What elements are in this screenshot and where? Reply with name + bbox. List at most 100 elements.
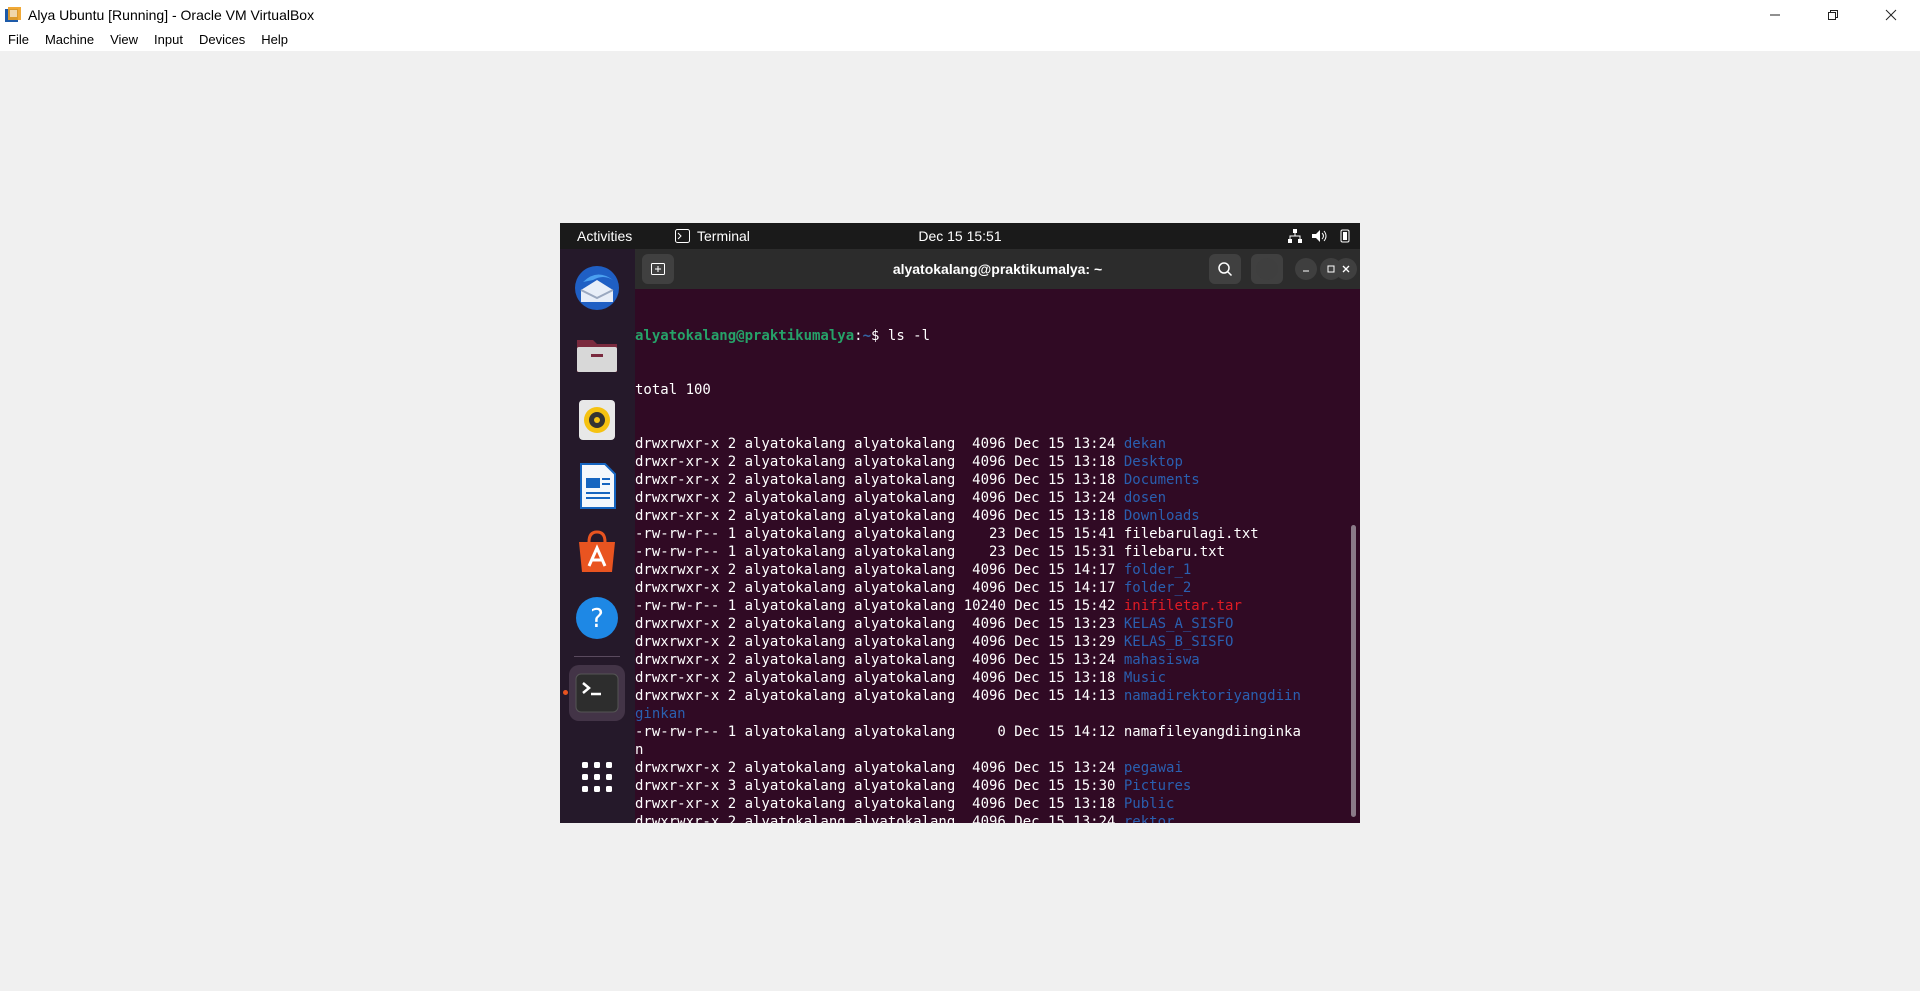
entry-name: Downloads — [1123, 508, 1200, 524]
menu-machine[interactable]: Machine — [37, 29, 102, 51]
entry-meta: drwxr-xr-x 2 alyatokalang alyatokalang 4… — [635, 454, 1124, 470]
svg-text:?: ? — [590, 604, 604, 634]
new-tab-button[interactable] — [642, 254, 674, 284]
entry-name: Documents — [1123, 472, 1200, 488]
entry-name: Pictures — [1123, 778, 1192, 794]
thunderbird-icon — [575, 266, 619, 310]
entry-meta: -rw-rw-r-- 1 alyatokalang alyatokalang 1… — [635, 598, 1124, 614]
power-icon — [1340, 229, 1350, 243]
entry-meta: drwxr-xr-x 2 alyatokalang alyatokalang 4… — [635, 472, 1124, 488]
activities-button[interactable]: Activities — [577, 223, 632, 249]
restore-icon — [1828, 9, 1838, 20]
new-tab-icon — [651, 263, 665, 275]
app-menu[interactable]: Terminal — [675, 223, 750, 249]
terminal-title: alyatokalang@praktikumalya: ~ — [892, 261, 1103, 277]
listing-row: drwxrwxr-x 2 alyatokalang alyatokalang 4… — [635, 633, 1347, 651]
entry-name-wrap: n — [635, 742, 644, 758]
minimize-icon — [1303, 270, 1309, 272]
term-minimize-button[interactable] — [1295, 258, 1317, 280]
listing-row: drwxr-xr-x 2 alyatokalang alyatokalang 4… — [635, 453, 1347, 471]
entry-name: rektor — [1123, 814, 1175, 823]
close-button[interactable] — [1862, 0, 1920, 29]
terminal-headerbar: alyatokalang@praktikumalya: ~ — [635, 249, 1360, 289]
entry-meta: -rw-rw-r-- 1 alyatokalang alyatokalang 2… — [635, 526, 1124, 542]
prompt-user: alyatokalang@praktikumalya — [635, 328, 855, 344]
app-menu-label: Terminal — [697, 228, 750, 244]
ubuntu-software-icon — [579, 530, 615, 572]
entry-meta: drwxrwxr-x 2 alyatokalang alyatokalang 4… — [635, 652, 1124, 668]
minimize-button[interactable] — [1746, 0, 1804, 29]
terminal-small-icon — [675, 229, 690, 243]
entry-meta: drwxrwxr-x 2 alyatokalang alyatokalang 4… — [635, 688, 1124, 704]
entry-name: folder_1 — [1123, 562, 1192, 578]
prompt-path: ~ — [862, 328, 872, 344]
listing-row: drwxrwxr-x 2 alyatokalang alyatokalang 4… — [635, 579, 1347, 597]
system-tray[interactable] — [1288, 223, 1352, 249]
dock-rhythmbox[interactable] — [569, 392, 625, 448]
entry-name: mahasiswa — [1123, 652, 1200, 668]
entry-name: Public — [1123, 796, 1175, 812]
dock-thunderbird[interactable] — [569, 260, 625, 316]
entry-name: inifiletar.tar — [1123, 598, 1242, 614]
entry-meta: drwxrwxr-x 2 alyatokalang alyatokalang 4… — [635, 814, 1124, 823]
menu-view[interactable]: View — [102, 29, 146, 51]
network-icon — [1288, 229, 1302, 243]
scrollbar[interactable] — [1351, 525, 1356, 817]
close-icon — [1342, 265, 1350, 273]
writer-icon — [580, 463, 616, 509]
dock-ubuntu-software[interactable] — [569, 524, 625, 580]
entry-name: filebaru.txt — [1123, 544, 1226, 560]
entry-meta: -rw-rw-r-- 1 alyatokalang alyatokalang 2… — [635, 544, 1124, 560]
entry-name: Desktop — [1123, 454, 1183, 470]
entry-name: namadirektoriyangdiin — [1123, 688, 1301, 704]
show-applications-button[interactable] — [569, 749, 625, 805]
entry-name: namafileyangdiinginka — [1123, 724, 1301, 740]
volume-icon — [1312, 230, 1327, 242]
restore-button[interactable] — [1804, 0, 1862, 29]
entry-meta: drwxr-xr-x 2 alyatokalang alyatokalang 4… — [635, 670, 1124, 686]
dock-terminal[interactable] — [569, 665, 625, 721]
listing-row: drwxr-xr-x 2 alyatokalang alyatokalang 4… — [635, 507, 1347, 525]
gnome-top-bar: Activities Terminal Dec 15 15:51 — [560, 223, 1360, 249]
clock[interactable]: Dec 15 15:51 — [918, 228, 1001, 244]
dock: ? — [560, 249, 635, 823]
window-titlebar: Alya Ubuntu [Running] - Oracle VM Virtua… — [0, 0, 1920, 29]
entry-meta: drwxr-xr-x 3 alyatokalang alyatokalang 4… — [635, 778, 1124, 794]
entry-name: filebarulagi.txt — [1123, 526, 1259, 542]
terminal-icon — [575, 673, 619, 713]
entry-meta: drwxrwxr-x 2 alyatokalang alyatokalang 4… — [635, 580, 1124, 596]
help-icon: ? — [576, 597, 618, 639]
app-grid-icon — [582, 762, 612, 792]
menu-devices[interactable]: Devices — [191, 29, 253, 51]
entry-meta: drwxrwxr-x 2 alyatokalang alyatokalang 4… — [635, 634, 1124, 650]
entry-meta: drwxr-xr-x 2 alyatokalang alyatokalang 4… — [635, 508, 1124, 524]
listing-row: drwxrwxr-x 2 alyatokalang alyatokalang 4… — [635, 435, 1347, 453]
entry-name: pegawai — [1123, 760, 1183, 776]
entry-name: KELAS_A_SISFO — [1123, 616, 1234, 632]
search-button[interactable] — [1209, 254, 1241, 284]
menu-file[interactable]: File — [0, 29, 37, 51]
search-icon — [1218, 262, 1233, 277]
terminal-output[interactable]: alyatokalang@praktikumalya:~$ ls -l tota… — [635, 289, 1347, 823]
listing-row: drwxrwxr-x 2 alyatokalang alyatokalang 4… — [635, 759, 1347, 777]
dock-help[interactable]: ? — [569, 590, 625, 646]
term-close-button[interactable] — [1335, 258, 1357, 280]
dock-libreoffice-writer[interactable] — [569, 458, 625, 514]
listing-row: drwxrwxr-x 2 alyatokalang alyatokalang 4… — [635, 651, 1347, 669]
menu-input[interactable]: Input — [146, 29, 191, 51]
listing-row: drwxrwxr-x 2 alyatokalang alyatokalang 4… — [635, 813, 1347, 823]
vm-screen[interactable]: Activities Terminal Dec 15 15:51 ? alyat… — [560, 223, 1360, 823]
virtualbox-icon — [4, 6, 22, 24]
running-indicator — [563, 690, 568, 695]
term-minimize-button[interactable] — [1256, 258, 1278, 280]
listing-row: drwxrwxr-x 2 alyatokalang alyatokalang 4… — [635, 615, 1347, 633]
listing-row: drwxr-xr-x 2 alyatokalang alyatokalang 4… — [635, 471, 1347, 489]
listing: drwxrwxr-x 2 alyatokalang alyatokalang 4… — [635, 435, 1347, 823]
entry-meta: drwxrwxr-x 2 alyatokalang alyatokalang 4… — [635, 490, 1124, 506]
listing-row: -rw-rw-r-- 1 alyatokalang alyatokalang 1… — [635, 597, 1347, 615]
window-title: Alya Ubuntu [Running] - Oracle VM Virtua… — [28, 6, 315, 23]
menu-help[interactable]: Help — [253, 29, 296, 51]
dock-files[interactable] — [569, 326, 625, 382]
listing-row: drwxr-xr-x 2 alyatokalang alyatokalang 4… — [635, 669, 1347, 687]
terminal-window[interactable]: alyatokalang@praktikumalya: ~ alyatokala… — [635, 249, 1360, 823]
